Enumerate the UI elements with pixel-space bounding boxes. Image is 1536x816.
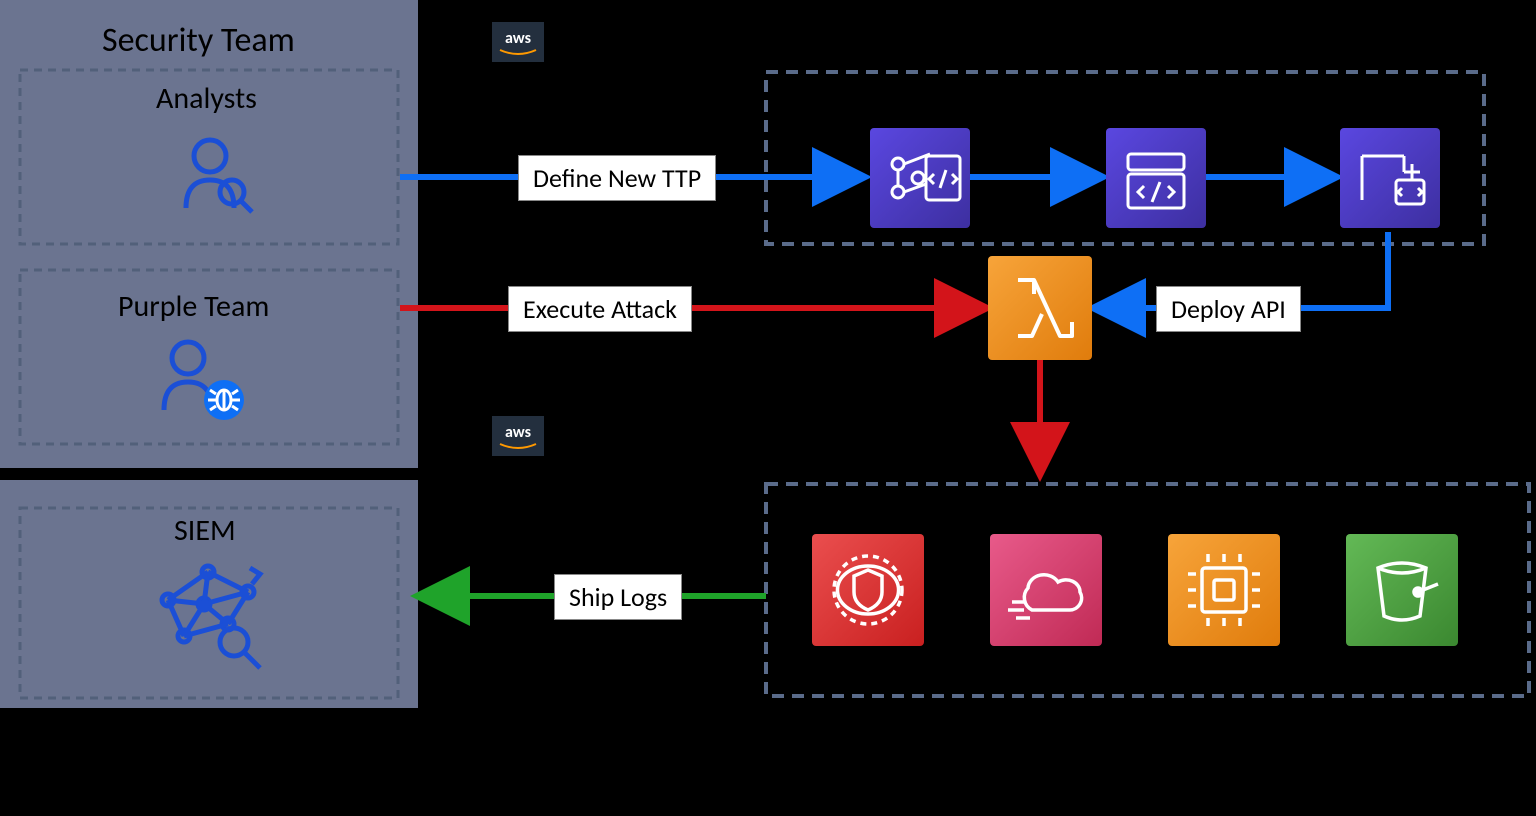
aws-logo-icon: aws <box>492 22 544 62</box>
diagram-svg: aws aws <box>0 0 1536 816</box>
purple-team-title: Purple Team <box>118 288 269 325</box>
deploy-api-label: Deploy API <box>1156 286 1301 332</box>
svg-text:aws: aws <box>505 423 531 442</box>
aws-codecommit-icon <box>870 128 970 228</box>
siem-title: SIEM <box>174 512 236 549</box>
aws-s3-icon <box>1346 534 1458 646</box>
architecture-diagram: aws aws <box>0 0 1536 816</box>
aws-logo-icon: aws <box>492 416 544 456</box>
analysts-title: Analysts <box>156 80 257 117</box>
aws-cloudtrail-icon <box>990 534 1102 646</box>
aws-security-hub-icon <box>812 534 924 646</box>
aws-lambda-icon <box>988 256 1092 360</box>
define-ttp-label: Define New TTP <box>518 155 716 201</box>
security-team-title: Security Team <box>102 20 295 61</box>
aws-codebuild-icon <box>1106 128 1206 228</box>
svg-text:aws: aws <box>505 29 531 48</box>
aws-ec2-icon <box>1168 534 1280 646</box>
ship-logs-label: Ship Logs <box>554 574 682 620</box>
execute-attack-label: Execute Attack <box>508 286 692 332</box>
aws-codepipeline-icon <box>1340 128 1440 228</box>
